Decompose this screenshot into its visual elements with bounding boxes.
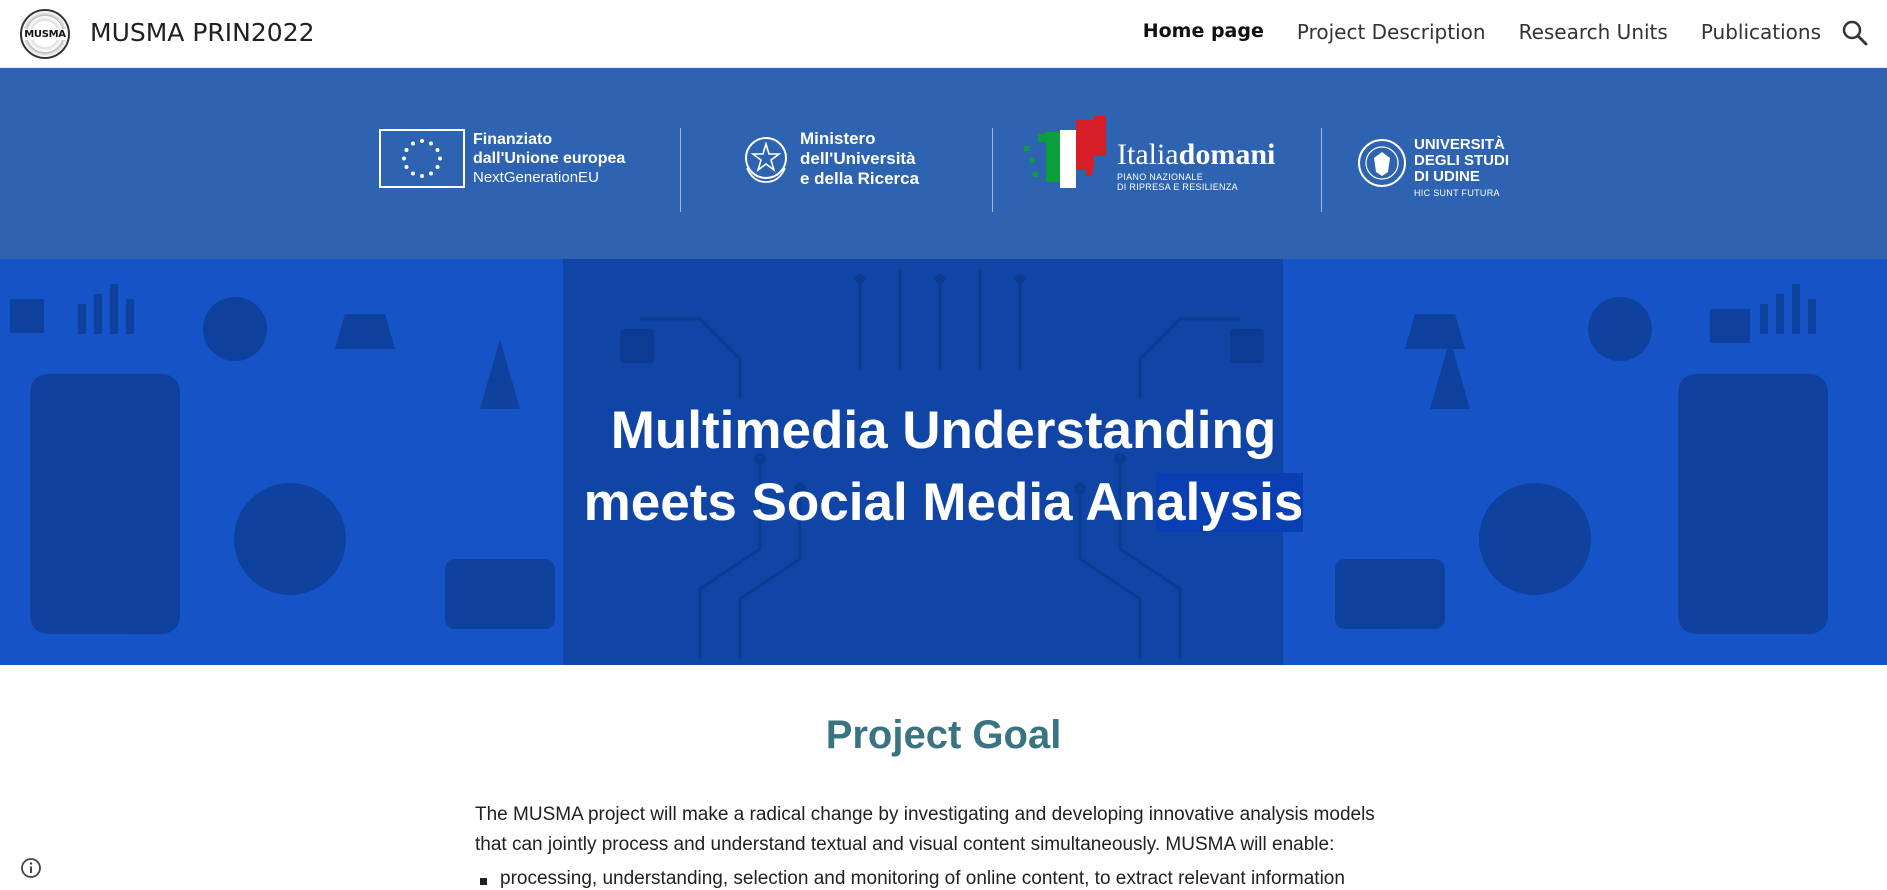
nav-publications[interactable]: Publications [1701,20,1821,44]
top-navigation-bar: MUSMA MUSMA PRIN2022 Home page Project D… [0,0,1887,68]
project-goal-paragraph: The MUSMA project will make a radical ch… [475,804,1375,855]
site-logo[interactable]: MUSMA [20,9,70,59]
nav-project-description[interactable]: Project Description [1297,20,1486,44]
eu-flag-icon [379,129,465,188]
main-nav: Home page Project Description Research U… [1143,20,1821,44]
italia-domani-flag-icon [1024,116,1108,190]
project-goal-list: processing, understanding, selection and… [475,868,1405,890]
nav-home-page[interactable]: Home page [1143,20,1264,44]
logo-text: MUSMA [23,28,67,40]
ministry-label: Ministero dell'Università e della Ricerc… [800,129,920,188]
italian-republic-emblem-icon [741,132,791,186]
logo-divider [1321,128,1322,212]
hero-title: Multimedia Understanding meets Social Me… [0,395,1887,539]
hero-title-line-2: meets Social Media Analysis [583,473,1304,532]
list-item: processing, understanding, selection and… [475,868,1405,890]
logo-divider [680,128,681,212]
selected-text-highlight: alysis [1156,473,1304,532]
university-seal-icon [1357,138,1407,188]
funding-logos-banner: Finanziato dall'Unione europea NextGener… [0,68,1887,259]
italia-domani-label: Italiadomani PIANO NAZIONALE DI RIPRESA … [1117,138,1276,192]
nav-research-units[interactable]: Research Units [1519,20,1668,44]
info-icon[interactable] [20,857,42,879]
search-icon[interactable] [1839,17,1871,49]
eu-funding-label: Finanziato dall'Unione europea NextGener… [473,131,626,186]
logo-divider [992,128,993,212]
hero-banner: Multimedia Understanding meets Social Me… [0,259,1887,665]
hero-title-line-1: Multimedia Understanding [610,401,1277,460]
section-heading-project-goal: Project Goal [825,713,1062,757]
site-title[interactable]: MUSMA PRIN2022 [90,18,315,47]
university-label: UNIVERSITÀ DEGLI STUDI DI UDINE HIC SUNT… [1414,136,1510,199]
